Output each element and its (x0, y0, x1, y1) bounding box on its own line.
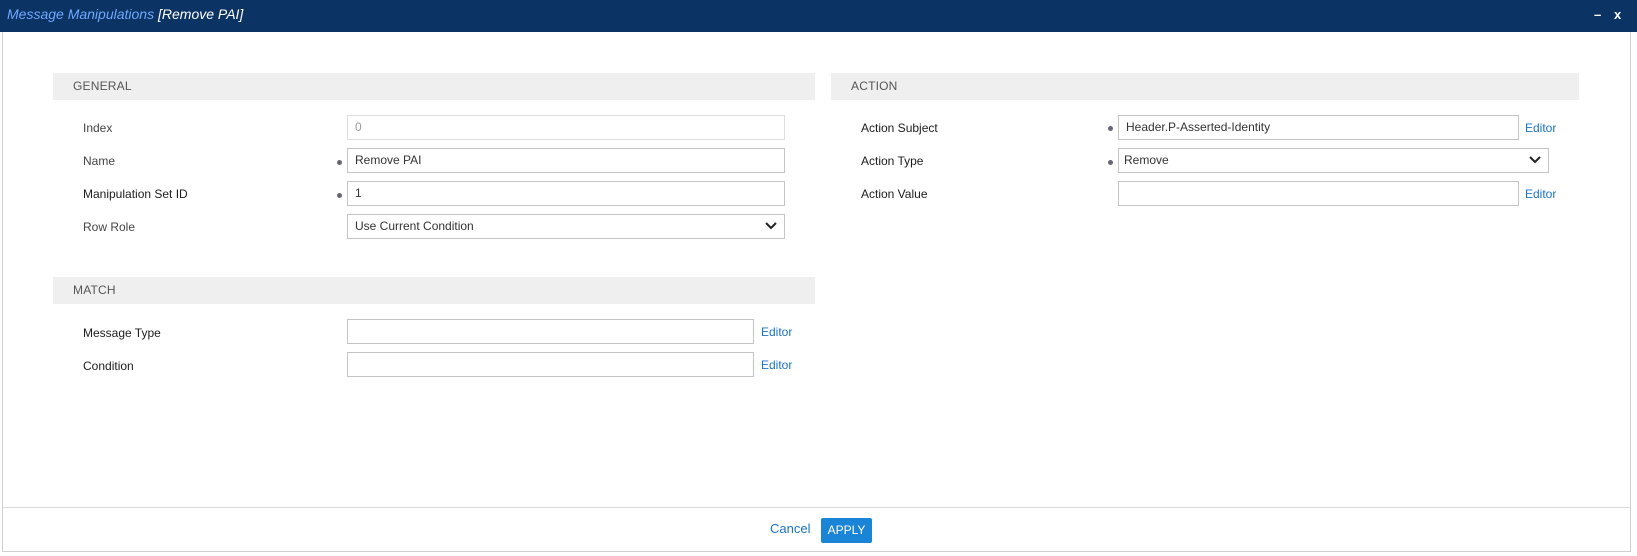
name-label: Name (83, 154, 116, 168)
required-dot-icon (1108, 126, 1113, 131)
footer-divider (3, 507, 1630, 508)
dialog-border-bottom (2, 551, 1631, 552)
row-role-value: Use Current Condition (355, 219, 474, 233)
action-value-editor-link[interactable]: Editor (1525, 187, 1556, 201)
action-subject-field[interactable]: Header.P-Asserted-Identity (1118, 115, 1519, 140)
manipulation-set-id-field[interactable]: 1 (347, 181, 785, 206)
condition-editor-link[interactable]: Editor (761, 358, 792, 372)
dialog-title: Message Manipulations (7, 6, 155, 22)
match-section-header: MATCH (53, 277, 815, 304)
chevron-down-icon (765, 222, 777, 230)
required-dot-icon (337, 160, 342, 165)
row-role-select[interactable]: Use Current Condition (347, 214, 785, 239)
index-label: Index (83, 121, 113, 135)
action-subject-editor-link[interactable]: Editor (1525, 121, 1556, 135)
message-type-field[interactable] (347, 319, 754, 344)
condition-field[interactable] (347, 352, 754, 377)
required-dot-icon (1108, 160, 1113, 165)
message-manipulations-dialog: Message Manipulations [Remove PAI] – x G… (0, 0, 1637, 556)
dialog-subtitle: [Remove PAI] (158, 6, 244, 22)
action-value-field[interactable] (1118, 181, 1519, 206)
action-type-select[interactable]: Remove (1118, 148, 1549, 173)
action-type-label: Action Type (861, 154, 924, 168)
action-value-label: Action Value (861, 187, 928, 201)
general-section-header: GENERAL (53, 73, 815, 100)
message-type-label: Message Type (83, 326, 161, 340)
close-button[interactable]: x (1614, 7, 1621, 22)
apply-button[interactable]: APPLY (821, 518, 872, 543)
required-dot-icon (337, 193, 342, 198)
index-field: 0 (347, 115, 785, 140)
action-section-header: ACTION (831, 73, 1579, 100)
minimize-button[interactable]: – (1594, 7, 1601, 22)
dialog-border-right (1630, 32, 1631, 552)
message-type-editor-link[interactable]: Editor (761, 325, 792, 339)
dialog-titlebar: Message Manipulations [Remove PAI] – x (0, 0, 1637, 32)
action-type-value: Remove (1124, 153, 1169, 167)
row-role-label: Row Role (83, 220, 136, 234)
manipulation-set-id-label: Manipulation Set ID (83, 187, 188, 201)
cancel-button[interactable]: Cancel (770, 521, 810, 536)
dialog-border-left (2, 32, 3, 552)
action-subject-label: Action Subject (861, 121, 938, 135)
name-field[interactable]: Remove PAI (347, 148, 785, 173)
condition-label: Condition (83, 359, 134, 373)
chevron-down-icon (1529, 156, 1541, 164)
